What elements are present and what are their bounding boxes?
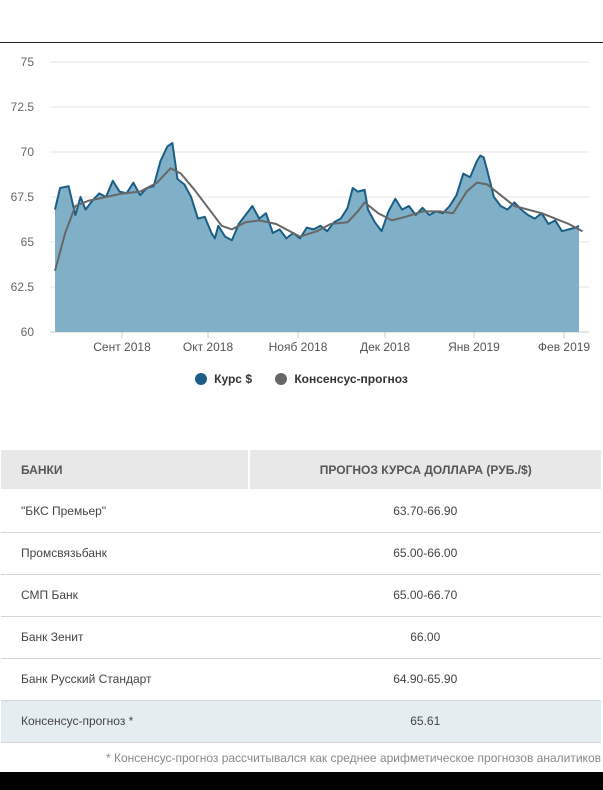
table-row: Промсвязьбанк 65.00-66.00: [1, 532, 601, 575]
table-row: Банк Зенит 66.00: [1, 616, 601, 659]
forecast-value: 63.70-66.90: [249, 489, 601, 533]
legend-marker-rate: [195, 373, 208, 385]
bank-name: Консенсус-прогноз *: [1, 700, 250, 743]
forecast-value: 65.00-66.70: [249, 574, 601, 617]
legend-label-consensus: Консенсус-прогноз: [294, 372, 408, 386]
header-forecast: ПРОГНОЗ КУРСА ДОЛЛАРА (РУБ./$): [248, 450, 601, 490]
bank-name: Банк Зенит: [1, 616, 250, 659]
bottom-bar: [0, 772, 603, 790]
y-tick-label: 60: [21, 325, 35, 339]
x-tick-label: Фев 2019: [538, 340, 591, 354]
x-tick-label: Нояб 2018: [269, 340, 328, 354]
x-tick-label: Окт 2018: [183, 340, 234, 354]
x-tick-label: Дек 2018: [360, 340, 410, 354]
usd-rate-chart: 75 72.5 70 67.5 65 62.5 60 Сент 2018 Окт 2018 Ноя…: [11, 55, 591, 354]
x-tick-label: Янв 2019: [448, 340, 500, 354]
bank-name: Промсвязьбанк: [1, 532, 250, 575]
bank-name: "БКС Премьер": [1, 489, 250, 533]
y-tick-label: 62.5: [11, 280, 35, 294]
y-tick-label: 67.5: [11, 190, 35, 204]
chart-legend: Курс $ Консенсус-прогноз: [0, 372, 603, 388]
table-row: Банк Русский Стандарт 64.90-65.90: [1, 658, 601, 701]
forecast-value: 64.90-65.90: [249, 658, 601, 701]
y-tick-label: 70: [21, 145, 35, 159]
rate-area-fill: [55, 143, 579, 332]
footnote: * Консенсус-прогноз рассчитывался как ср…: [106, 751, 601, 765]
table-header-row: БАНКИ ПРОГНОЗ КУРСА ДОЛЛАРА (РУБ./$): [1, 450, 601, 490]
top-divider: [0, 42, 603, 43]
legend-item-rate[interactable]: Курс $: [195, 372, 252, 386]
header-banks: БАНКИ: [1, 450, 250, 490]
x-tick-label: Сент 2018: [93, 340, 151, 354]
forecast-value: 66.00: [249, 616, 601, 659]
legend-label-rate: Курс $: [214, 372, 252, 386]
y-tick-label: 75: [21, 55, 35, 69]
table-row: СМП Банк 65.00-66.70: [1, 574, 601, 617]
forecast-value: 65.61: [249, 700, 601, 743]
bank-name: СМП Банк: [1, 574, 250, 617]
y-tick-label: 72.5: [11, 100, 35, 114]
bank-forecast-table: БАНКИ ПРОГНОЗ КУРСА ДОЛЛАРА (РУБ./$) "БК…: [1, 450, 601, 743]
legend-item-consensus[interactable]: Консенсус-прогноз: [275, 372, 408, 386]
table-row: "БКС Премьер" 63.70-66.90: [1, 489, 601, 533]
legend-marker-consensus: [275, 373, 288, 385]
table-row-consensus: Консенсус-прогноз * 65.61: [1, 700, 601, 743]
y-tick-label: 65: [21, 235, 35, 249]
forecast-value: 65.00-66.00: [249, 532, 601, 575]
bank-name: Банк Русский Стандарт: [1, 658, 250, 701]
